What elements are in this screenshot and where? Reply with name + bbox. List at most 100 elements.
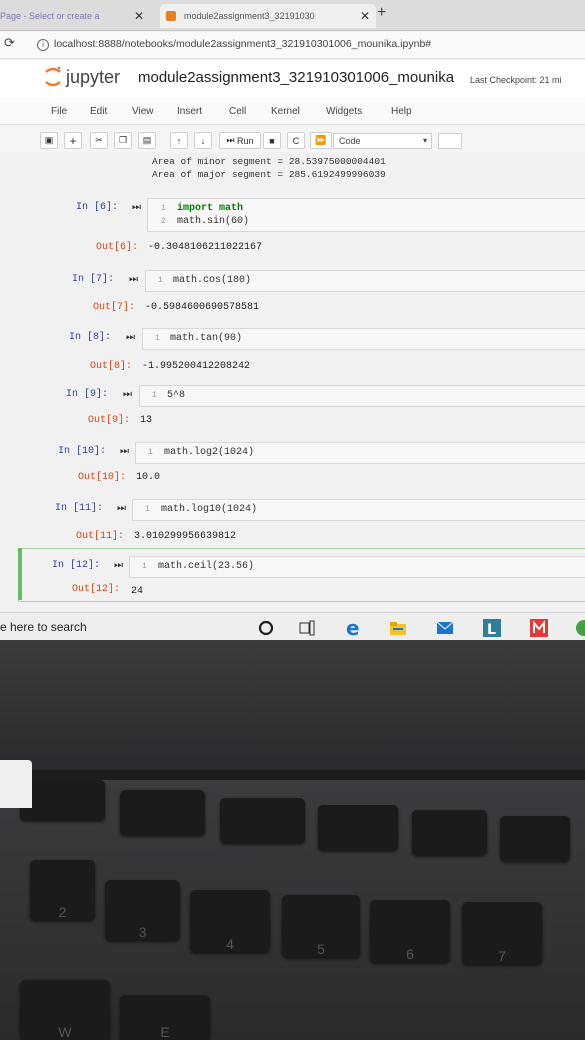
menu-insert[interactable]: Insert bbox=[177, 106, 202, 117]
code-line: import math bbox=[177, 203, 244, 214]
output-value: -0.5984600690578581 bbox=[145, 302, 260, 313]
code-cell-input[interactable]: 1 math.log2(1024) bbox=[135, 442, 585, 464]
reload-icon[interactable]: ⟳ bbox=[4, 35, 15, 51]
line-number: 1 bbox=[148, 448, 153, 457]
line-number: 1 bbox=[155, 334, 160, 343]
key-label: W bbox=[58, 1024, 72, 1040]
file-explorer-icon[interactable] bbox=[389, 619, 407, 637]
info-icon[interactable]: i bbox=[37, 39, 49, 51]
output-prompt: Out[6]: bbox=[96, 242, 139, 253]
previous-output-line: Area of minor segment = 28.5397500000440… bbox=[152, 156, 386, 167]
keyboard-key bbox=[220, 798, 305, 843]
keyboard-key: 7 bbox=[462, 902, 542, 964]
address-bar: ⟳ i localhost:8888/notebooks/module2assi… bbox=[0, 32, 585, 59]
code-line: math.log2(1024) bbox=[164, 447, 255, 458]
cortana-icon[interactable] bbox=[257, 619, 275, 637]
code-cell-input[interactable]: 1 math.cos(180) bbox=[145, 270, 585, 292]
taskbar-search-box[interactable]: e here to search bbox=[0, 620, 87, 634]
run-cell-icon[interactable]: ⏭ bbox=[123, 389, 132, 400]
edge-icon[interactable]: e bbox=[344, 619, 362, 637]
key-label: 5 bbox=[317, 941, 325, 957]
cell-type-select[interactable]: Code ▾ bbox=[333, 133, 432, 149]
jupyter-header: jupyter module2assignment3_321910301006_… bbox=[0, 60, 585, 98]
keyboard-key bbox=[318, 805, 398, 850]
run-cell-icon[interactable]: ⏭ bbox=[120, 446, 129, 457]
run-cell-icon[interactable]: ⏭ bbox=[132, 202, 141, 213]
run-label: Run bbox=[237, 135, 254, 146]
input-prompt: In [10]: bbox=[58, 446, 107, 457]
fast-forward-icon[interactable]: ⏩ bbox=[310, 132, 332, 149]
output-value: 10.0 bbox=[136, 472, 161, 483]
notebook-name[interactable]: module2assignment3_321910301006_mounika bbox=[138, 69, 454, 86]
task-view-icon[interactable] bbox=[298, 619, 316, 637]
notebook-area: Area of minor segment = 28.5397500000440… bbox=[0, 152, 585, 622]
checkpoint-status: Last Checkpoint: 21 mi bbox=[470, 75, 562, 85]
laptop-bezel bbox=[0, 640, 585, 770]
menu-edit[interactable]: Edit bbox=[90, 106, 107, 117]
code-cell-input[interactable]: 1 import math 2 math.sin(60) bbox=[147, 198, 585, 232]
code-cell-input[interactable]: 1 math.log10(1024) bbox=[132, 499, 585, 521]
restart-icon[interactable]: C bbox=[287, 132, 305, 149]
menu-file[interactable]: File bbox=[51, 106, 67, 117]
output-value: -0.3048106211022167 bbox=[148, 242, 263, 253]
copy-icon[interactable]: ❐ bbox=[114, 132, 132, 149]
code-line: math.tan(90) bbox=[170, 333, 243, 344]
keyboard-key bbox=[120, 790, 205, 835]
menu-cell[interactable]: Cell bbox=[229, 106, 246, 117]
run-icon: ⏭ bbox=[226, 135, 235, 145]
tab-label: Page - Select or create a bbox=[0, 11, 100, 21]
save-icon[interactable]: ▣ bbox=[40, 132, 58, 149]
keyboard-key: 6 bbox=[370, 900, 450, 962]
close-icon[interactable]: ✕ bbox=[134, 9, 144, 23]
menu-widgets[interactable]: Widgets bbox=[326, 106, 362, 117]
browser-tab-bar: Page - Select or create a ✕ module2assig… bbox=[0, 0, 585, 31]
keyboard-key: W bbox=[20, 980, 110, 1040]
menu-view[interactable]: View bbox=[132, 106, 154, 117]
close-icon[interactable]: ✕ bbox=[360, 9, 370, 23]
paste-icon[interactable]: ▤ bbox=[138, 132, 156, 149]
l-app-icon[interactable]: L bbox=[483, 619, 501, 637]
chevron-down-icon: ▾ bbox=[422, 136, 427, 145]
cut-icon[interactable]: ✂ bbox=[90, 132, 108, 149]
add-cell-icon[interactable]: + bbox=[64, 132, 82, 149]
output-value: 3.010299956639812 bbox=[134, 531, 237, 542]
selected-cell-indicator bbox=[18, 548, 22, 600]
output-prompt: Out[7]: bbox=[93, 302, 136, 313]
key-label: 7 bbox=[498, 948, 506, 964]
output-value: 24 bbox=[131, 586, 144, 597]
chrome-icon[interactable] bbox=[575, 619, 585, 637]
line-number: 2 bbox=[161, 217, 166, 226]
run-cell-icon[interactable]: ⏭ bbox=[114, 560, 123, 571]
key-label: 4 bbox=[226, 936, 234, 952]
menu-kernel[interactable]: Kernel bbox=[271, 106, 300, 117]
jupyter-brand: jupyter bbox=[66, 67, 121, 87]
run-cell-icon[interactable]: ⏭ bbox=[126, 332, 135, 343]
output-prompt: Out[9]: bbox=[88, 415, 131, 426]
stop-icon[interactable]: ■ bbox=[263, 132, 281, 149]
code-cell-input[interactable]: 1 math.tan(90) bbox=[142, 328, 585, 350]
keyboard-icon[interactable] bbox=[438, 133, 462, 149]
code-line: math.cos(180) bbox=[173, 275, 252, 286]
new-tab-icon[interactable]: + bbox=[377, 4, 386, 22]
browser-tab-active[interactable]: module2assignment3_32191030 ✕ bbox=[160, 4, 376, 28]
svg-text:L: L bbox=[487, 622, 496, 637]
run-cell-icon[interactable]: ⏭ bbox=[129, 274, 138, 285]
browser-tab[interactable]: Page - Select or create a ✕ bbox=[0, 4, 150, 28]
url-field[interactable]: localhost:8888/notebooks/module2assignme… bbox=[54, 38, 431, 50]
mail-icon[interactable] bbox=[436, 619, 454, 637]
run-button[interactable]: ⏭ Run bbox=[219, 132, 261, 149]
move-up-icon[interactable]: ↑ bbox=[170, 132, 188, 149]
m-app-icon[interactable] bbox=[530, 619, 548, 637]
tab-label: module2assignment3_32191030 bbox=[184, 11, 315, 21]
move-down-icon[interactable]: ↓ bbox=[194, 132, 212, 149]
run-cell-icon[interactable]: ⏭ bbox=[117, 503, 126, 514]
code-cell-input[interactable]: 1 math.ceil(23.56) bbox=[129, 556, 585, 578]
jupyter-logo-icon[interactable] bbox=[44, 66, 62, 88]
menu-help[interactable]: Help bbox=[391, 106, 412, 117]
code-cell-input[interactable]: 1 5^8 bbox=[139, 385, 585, 407]
output-prompt: Out[8]: bbox=[90, 361, 133, 372]
code-line: math.ceil(23.56) bbox=[158, 561, 255, 572]
output-prompt: Out[10]: bbox=[78, 472, 127, 483]
menu-bar: File Edit View Insert Cell Kernel Widget… bbox=[0, 98, 585, 125]
input-prompt: In [8]: bbox=[69, 332, 112, 343]
